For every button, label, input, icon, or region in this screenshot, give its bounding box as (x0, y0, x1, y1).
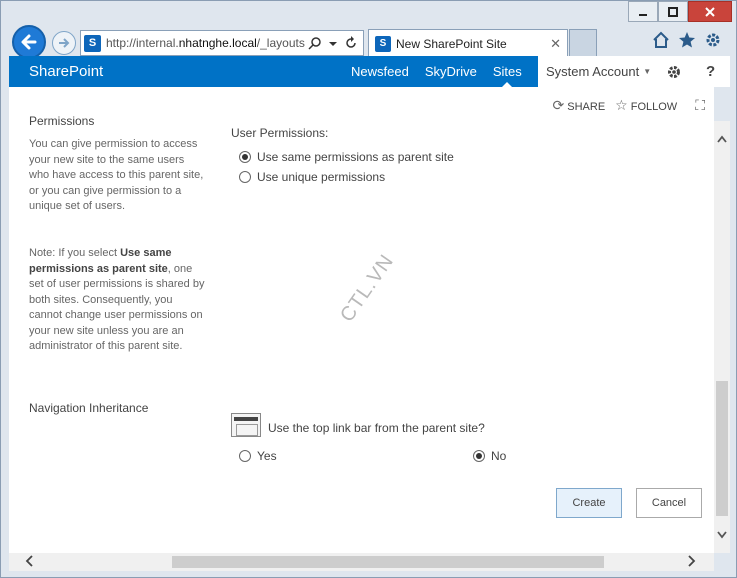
radio-nav-yes[interactable]: Yes (239, 449, 277, 463)
permissions-note: Note: If you select Use same permissions… (29, 247, 205, 352)
navigation-heading: Navigation Inheritance (29, 401, 149, 415)
horizontal-scrollbar[interactable] (9, 553, 714, 571)
share-action[interactable]: ⟳ SHARE (553, 97, 606, 114)
maximize-button[interactable] (658, 1, 688, 22)
minimize-button[interactable] (628, 1, 658, 22)
follow-action[interactable]: ☆ FOLLOW (615, 97, 677, 114)
focus-icon[interactable]: ⛶ (695, 97, 705, 114)
address-bar[interactable]: S http://internal.nhatnghe.local/_layout… (80, 30, 364, 56)
home-icon[interactable] (652, 31, 670, 49)
cancel-button[interactable]: Cancel (636, 488, 702, 518)
help-icon[interactable]: ? (706, 63, 715, 80)
settings-gear-icon[interactable] (666, 64, 682, 80)
sharepoint-brand[interactable]: SharePoint (29, 63, 103, 80)
suite-bar: SharePoint Newsfeed SkyDrive Sites Syste… (9, 56, 730, 87)
browser-window: S http://internal.nhatnghe.local/_layout… (0, 0, 737, 578)
page-toolbar: ⟳ SHARE ☆ FOLLOW ⛶ (553, 97, 708, 114)
radio-button[interactable] (239, 171, 251, 183)
sharepoint-favicon-icon: S (84, 34, 101, 52)
scroll-right-icon[interactable] (688, 554, 696, 568)
new-tab-button[interactable] (569, 29, 597, 57)
permissions-description: You can give permission to access your n… (29, 138, 204, 212)
radio-nav-no[interactable]: No (473, 449, 506, 463)
permissions-heading: Permissions (29, 114, 95, 128)
star-outline-icon: ☆ (615, 97, 628, 113)
radio-same-permissions[interactable]: Use same permissions as parent site (239, 150, 454, 164)
top-link-bar-icon (231, 413, 261, 437)
url-text[interactable]: http://internal.nhatnghe.local/_layouts (106, 36, 305, 50)
minimize-icon (639, 13, 647, 16)
vertical-scroll-thumb[interactable] (716, 381, 728, 516)
star-icon[interactable] (678, 31, 696, 49)
scroll-down-icon[interactable] (717, 531, 727, 539)
browser-tools (652, 31, 722, 49)
arrow-left-icon (21, 34, 37, 50)
sharepoint-tab-icon: S (375, 35, 391, 52)
address-tools (308, 36, 363, 50)
tab-new-sharepoint-site[interactable]: S New SharePoint Site ✕ (368, 29, 568, 57)
tab-close-icon[interactable]: ✕ (550, 36, 561, 52)
radio-button-selected[interactable] (239, 151, 251, 163)
back-button[interactable] (12, 25, 46, 59)
dropdown-icon[interactable] (328, 36, 338, 50)
share-icon: ⟳ (552, 97, 565, 113)
forward-button[interactable] (52, 31, 76, 55)
link-newsfeed[interactable]: Newsfeed (351, 64, 409, 79)
scroll-up-icon[interactable] (717, 135, 727, 143)
create-button[interactable]: Create (556, 488, 622, 518)
arrow-right-icon (59, 38, 70, 48)
link-skydrive[interactable]: SkyDrive (425, 64, 477, 79)
top-link-bar-question: Use the top link bar from the parent sit… (268, 421, 485, 435)
user-permissions-label: User Permissions: (231, 126, 329, 140)
link-sites[interactable]: Sites (493, 56, 522, 87)
account-area: System Account ▼ ? (538, 56, 730, 87)
account-menu[interactable]: System Account (546, 64, 639, 79)
horizontal-scroll-thumb[interactable] (172, 556, 604, 568)
search-icon[interactable] (308, 36, 322, 50)
chevron-down-icon: ▼ (643, 67, 652, 76)
close-icon (705, 6, 715, 17)
close-button[interactable] (688, 1, 732, 22)
tab-title: New SharePoint Site (396, 36, 507, 51)
radio-button-selected[interactable] (473, 450, 485, 462)
page-content: ⟳ SHARE ☆ FOLLOW ⛶ Permissions You can giv… (9, 87, 714, 553)
scroll-left-icon[interactable] (25, 554, 33, 568)
maximize-icon (668, 6, 678, 17)
refresh-icon[interactable] (344, 36, 358, 50)
watermark: CTL.VN (336, 250, 399, 327)
suite-links: Newsfeed SkyDrive Sites (351, 56, 522, 87)
radio-unique-permissions[interactable]: Use unique permissions (239, 170, 385, 184)
gear-icon[interactable] (704, 31, 722, 49)
vertical-scrollbar[interactable] (714, 121, 730, 553)
window-controls (628, 1, 732, 22)
radio-button[interactable] (239, 450, 251, 462)
